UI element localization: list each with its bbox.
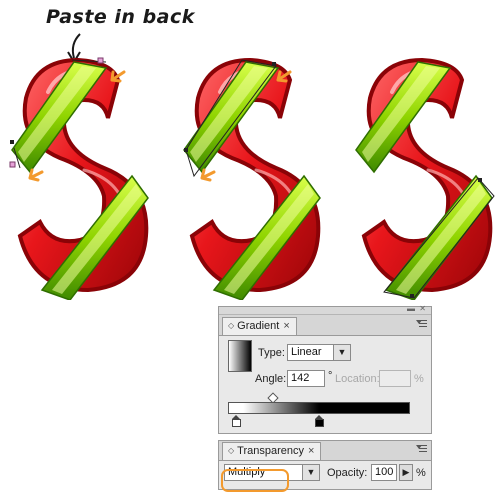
blend-mode-highlight xyxy=(221,469,289,492)
opacity-label: Opacity: xyxy=(327,467,368,479)
pointer-arrow-icon xyxy=(110,70,126,83)
gradient-slider[interactable] xyxy=(228,402,410,414)
tab-toggle-icon[interactable]: ◇ xyxy=(228,321,234,330)
tab-transparency-label: Transparency xyxy=(237,445,304,457)
gradient-swatch[interactable] xyxy=(228,340,252,372)
annotation-text: Paste in back xyxy=(46,6,195,28)
letter-s-3 xyxy=(355,58,495,300)
gradient-panel: ▬ ✕ ◇ Gradient × Type: Linear ▼ Angle: 142… xyxy=(218,305,432,434)
gradient-stop-icon[interactable] xyxy=(315,415,324,427)
tab-gradient[interactable]: ◇ Gradient × xyxy=(222,317,297,335)
angle-label: Angle: xyxy=(255,373,287,385)
artwork-canvas xyxy=(9,33,495,300)
angle-input[interactable]: 142 xyxy=(287,370,325,387)
tab-close-icon[interactable]: × xyxy=(308,445,314,457)
tab-transparency[interactable]: ◇ Transparency × xyxy=(222,442,322,460)
type-select[interactable]: Linear ▼ xyxy=(287,344,351,361)
letter-s-1 xyxy=(9,57,149,300)
panel-title-bar[interactable]: ▬ ✕ xyxy=(219,305,431,315)
opacity-arrow-icon[interactable]: ▶ xyxy=(399,464,413,481)
angle-unit: ° xyxy=(328,370,333,382)
tab-toggle-icon[interactable]: ◇ xyxy=(228,446,234,455)
tab-close-icon[interactable]: × xyxy=(283,320,289,332)
panel-menu-icon[interactable] xyxy=(416,445,427,454)
type-value: Linear xyxy=(291,346,322,358)
close-icon[interactable]: ✕ xyxy=(419,305,426,313)
panel-menu-icon[interactable] xyxy=(416,320,427,329)
dropdown-arrow-icon[interactable]: ▼ xyxy=(333,345,350,360)
dropdown-arrow-icon[interactable]: ▼ xyxy=(302,465,319,480)
type-label: Type: xyxy=(258,347,285,359)
transparency-panel: ◇ Transparency × Multiply ▼ Opacity: 100 ▶… xyxy=(218,440,432,492)
opacity-unit: % xyxy=(416,467,426,479)
collapse-icon[interactable]: ▬ xyxy=(407,305,415,313)
gradient-stop-icon[interactable] xyxy=(232,415,241,427)
location-unit: % xyxy=(414,373,424,385)
letter-s-2 xyxy=(183,58,321,300)
location-label: Location: xyxy=(335,373,380,385)
tab-gradient-label: Gradient xyxy=(237,320,280,332)
location-input[interactable] xyxy=(379,370,411,387)
opacity-input[interactable]: 100 xyxy=(371,464,397,481)
